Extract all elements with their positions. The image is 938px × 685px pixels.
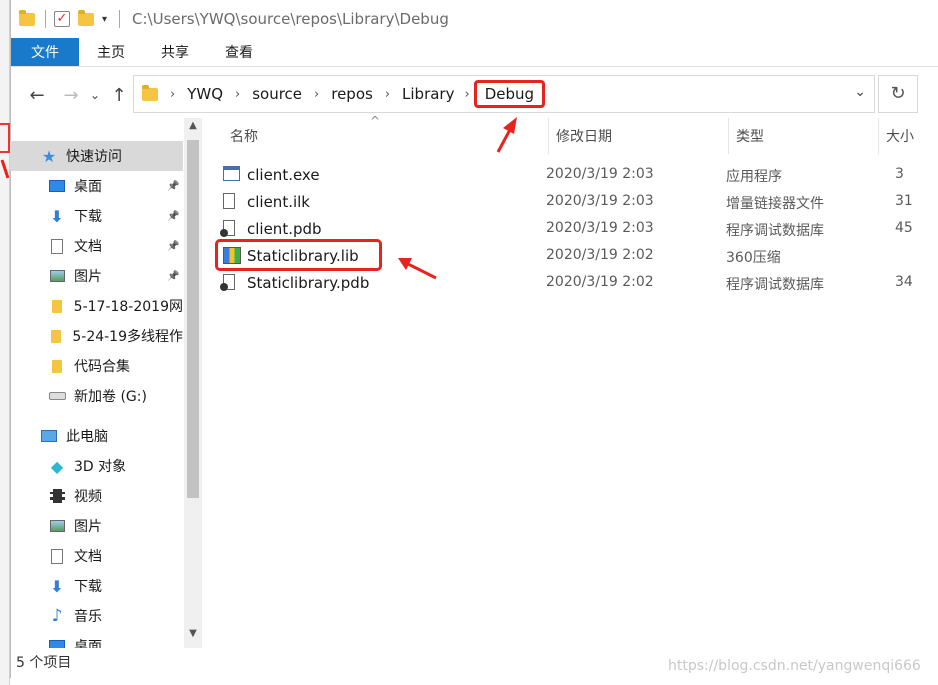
sidebar-item[interactable]: 图片 xyxy=(10,511,183,541)
sidebar-item[interactable]: ⬇ 下载 📌 xyxy=(10,201,183,231)
column-header-type[interactable]: 类型 xyxy=(736,126,764,146)
sidebar-item[interactable]: 桌面 xyxy=(10,631,183,648)
sidebar-item-label: 图片 xyxy=(74,269,102,285)
sidebar-item-label: 桌面 xyxy=(74,179,102,195)
file-row[interactable]: Staticlibrary.pdb 2020/3/19 2:02 程序调试数据库 34 xyxy=(215,270,935,297)
pin-icon: 📌 xyxy=(167,180,180,192)
sidebar-item-label: 下载 xyxy=(74,579,102,595)
sidebar-item[interactable]: 桌面 📌 xyxy=(10,171,183,201)
file-size: 45 xyxy=(895,220,913,236)
sidebar-item[interactable]: 新加卷 (G:) xyxy=(10,381,183,411)
file-type: 360压缩 xyxy=(726,250,781,266)
sidebar-item-label: 文档 xyxy=(74,549,102,565)
sidebar-item-label: 5-17-18-2019网 xyxy=(73,299,183,315)
sidebar-item-label: 图片 xyxy=(74,519,102,535)
pin-icon: 📌 xyxy=(167,210,180,222)
watermark: https://blog.csdn.net/yangwenqi666 xyxy=(668,658,921,674)
column-divider[interactable] xyxy=(878,118,879,154)
sidebar-item-label: 3D 对象 xyxy=(74,459,127,475)
status-item-count: 5 个项目 xyxy=(16,655,72,671)
scrollbar-thumb[interactable] xyxy=(187,140,199,498)
sidebar-item[interactable]: 5-24-19多线程作 xyxy=(10,321,183,351)
picture-icon xyxy=(48,267,66,285)
pin-icon: 📌 xyxy=(167,270,180,282)
sidebar-item-label: 音乐 xyxy=(74,609,102,625)
column-divider[interactable] xyxy=(548,118,549,154)
sidebar-item[interactable]: 代码合集 xyxy=(10,351,183,381)
desktop-icon xyxy=(48,177,66,195)
sidebar-item-label: 此电脑 xyxy=(66,429,108,445)
scroll-up-icon[interactable]: ▲ xyxy=(184,120,202,131)
sidebar-item[interactable]: ◆ 3D 对象 xyxy=(10,451,183,481)
download-icon: ⬇ xyxy=(50,206,64,226)
file-size: 34 xyxy=(895,274,913,290)
sidebar-item-label: 下载 xyxy=(74,209,102,225)
arrow-left-edge xyxy=(0,159,10,179)
document-icon xyxy=(48,547,66,565)
sidebar-item[interactable]: 文档 📌 xyxy=(10,231,183,261)
pin-icon: 📌 xyxy=(167,240,180,252)
exe-icon xyxy=(223,166,241,184)
sidebar-item-label: 桌面 xyxy=(74,639,102,648)
sort-ascending-icon: ^ xyxy=(370,114,381,128)
file-size: 31 xyxy=(895,193,913,209)
file-date: 2020/3/19 2:03 xyxy=(546,220,654,236)
sidebar-item-label: 文档 xyxy=(74,239,102,255)
folder-icon xyxy=(48,357,66,375)
column-divider[interactable] xyxy=(728,118,729,154)
arrow-to-debug xyxy=(496,117,517,153)
file-row[interactable]: client.ilk 2020/3/19 2:03 增量链接器文件 31 xyxy=(215,189,935,216)
star-icon: ★ xyxy=(41,146,57,166)
desktop-icon xyxy=(48,637,66,648)
file-name: client.pdb xyxy=(247,220,322,238)
sidebar-item[interactable]: ♪ 音乐 xyxy=(10,601,183,631)
file-name: client.ilk xyxy=(247,193,310,211)
sidebar-item[interactable]: 文档 xyxy=(10,541,183,571)
file-size: 3 xyxy=(895,166,904,182)
file-type: 程序调试数据库 xyxy=(726,277,824,293)
music-icon: ♪ xyxy=(51,606,63,626)
sidebar-item[interactable]: 视频 xyxy=(10,481,183,511)
file-name: Staticlibrary.pdb xyxy=(247,274,370,292)
file-type: 增量链接器文件 xyxy=(726,196,824,212)
video-icon xyxy=(48,487,66,505)
file-date: 2020/3/19 2:03 xyxy=(546,193,654,209)
picture-icon xyxy=(48,517,66,535)
sidebar-item-label: 5-24-19多线程作 xyxy=(72,329,183,345)
sidebar-item[interactable]: 5-17-18-2019网 xyxy=(10,291,183,321)
computer-icon xyxy=(40,427,58,445)
column-header-date[interactable]: 修改日期 xyxy=(556,126,612,146)
file-row[interactable]: client.exe 2020/3/19 2:03 应用程序 3 xyxy=(215,162,935,189)
file-date: 2020/3/19 2:02 xyxy=(546,274,654,290)
file-type: 应用程序 xyxy=(726,169,782,185)
sidebar-item-label: 代码合集 xyxy=(74,359,130,375)
pdb-icon xyxy=(220,274,241,292)
file-icon xyxy=(223,193,241,211)
file-date: 2020/3/19 2:02 xyxy=(546,247,654,263)
navigation-pane: ★ 快速访问桌面 📌 ⬇ 下载 📌 文档 📌 图片 📌 5-17-18-2019网 5-24-19多线… xyxy=(10,118,202,648)
sidebar-item-label: 快速访问 xyxy=(66,149,122,165)
folder-icon xyxy=(48,327,64,345)
document-icon xyxy=(48,237,66,255)
cube-icon: ◆ xyxy=(50,456,64,476)
annotation-box-lib xyxy=(215,239,382,271)
folder-icon xyxy=(48,297,66,315)
file-name: client.exe xyxy=(247,166,320,184)
sidebar-item[interactable]: 图片 📌 xyxy=(10,261,183,291)
column-header-name[interactable]: 名称 xyxy=(230,126,258,146)
pdb-icon xyxy=(220,220,241,238)
sidebar-item[interactable]: ★ 快速访问 xyxy=(10,141,183,171)
sidebar-item[interactable]: ⬇ 下载 xyxy=(10,571,183,601)
scroll-down-icon[interactable]: ▼ xyxy=(184,628,202,639)
sidebar-item[interactable]: 此电脑 xyxy=(10,421,183,451)
sidebar-item-label: 新加卷 (G:) xyxy=(74,389,147,405)
drive-icon xyxy=(48,387,66,405)
column-header-size[interactable]: 大小 xyxy=(886,126,914,146)
file-date: 2020/3/19 2:03 xyxy=(546,166,654,182)
download-icon: ⬇ xyxy=(50,576,64,596)
sidebar-item-label: 视频 xyxy=(74,489,102,505)
file-type: 程序调试数据库 xyxy=(726,223,824,239)
